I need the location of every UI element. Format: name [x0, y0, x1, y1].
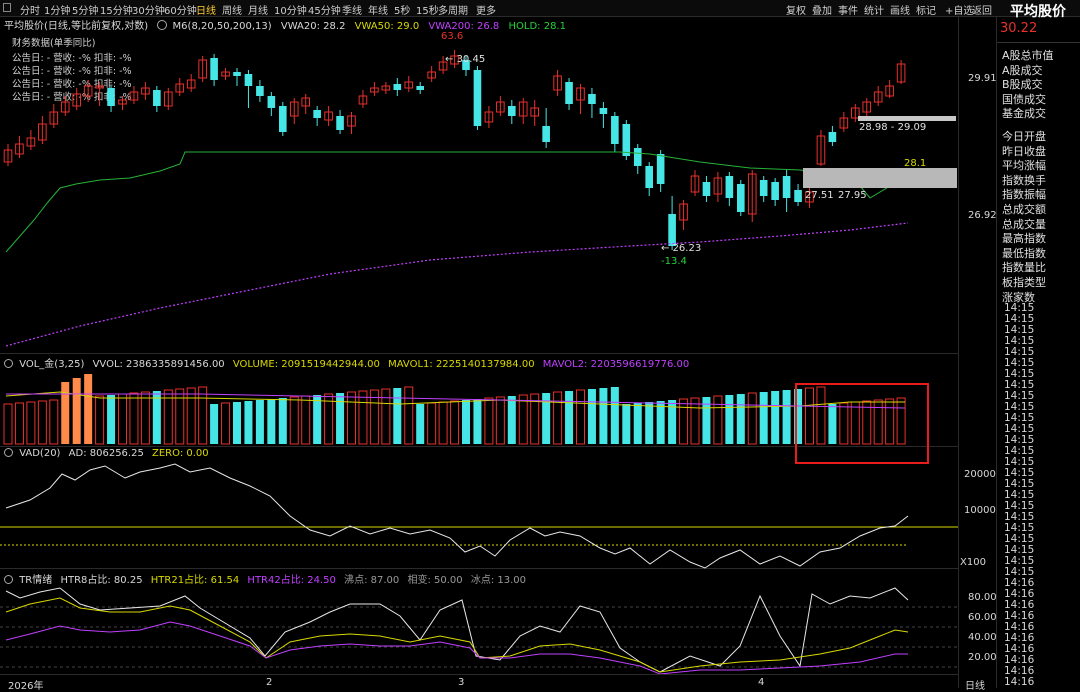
htr42-value: HTR42占比: 24.50	[247, 575, 336, 586]
period-tab[interactable]: 日线	[196, 2, 216, 17]
neutral-value: 相变: 50.00	[407, 575, 463, 586]
period-toolbar: 分时 1分钟 5分钟 15分钟 30分钟 60分钟 日线 周线 月线 10分钟 45分钟 季线 年线 5秒…	[0, 0, 1080, 17]
vol-header: VOL_金(3,25) VVOL: 2386335891456.00 VOLUM…	[4, 355, 689, 370]
zone-upper-label: 28.98 - 29.09	[859, 122, 927, 133]
quote-field-label[interactable]: 总成交额	[1002, 201, 1046, 217]
period-tab[interactable]: 45分钟	[308, 2, 341, 17]
period-tab[interactable]: 5分钟	[72, 2, 98, 17]
tool-button[interactable]: 叠加	[812, 2, 832, 17]
axis-separator	[958, 16, 959, 688]
tr-y-label: 60.00	[968, 612, 997, 623]
quote-field-label[interactable]: 国债成交	[1002, 91, 1046, 107]
tr-header: TR情绪 HTR8占比: 80.25 HTR21占比: 61.54 HTR42占…	[4, 571, 526, 586]
low-pct-label: -13.4	[661, 256, 687, 267]
tool-button[interactable]: +自选	[945, 2, 973, 17]
y-axis-label: 26.92	[968, 210, 997, 221]
panel-separator	[996, 16, 997, 688]
quote-field-label[interactable]: A股总市值	[1002, 47, 1054, 63]
quote-field-label[interactable]: 板指类型	[1002, 274, 1046, 290]
quote-field-label[interactable]: 指数量比	[1002, 259, 1046, 275]
quote-field-label[interactable]: 平均涨幅	[1002, 157, 1046, 173]
tool-button[interactable]: 画线	[890, 2, 910, 17]
tr-y-label: 80.00	[968, 592, 997, 603]
hold-line-label: 28.1	[904, 158, 927, 169]
high-price-value: 30.45	[456, 54, 486, 65]
x-axis-label: 3	[458, 677, 465, 688]
freeze-value: 冰点: 13.00	[470, 575, 527, 586]
quote-field-label[interactable]: A股成交	[1002, 62, 1043, 78]
period-tab[interactable]: 分时	[20, 2, 40, 17]
quote-field-label[interactable]: 指数换手	[1002, 172, 1046, 188]
period-tab[interactable]: 15秒	[416, 2, 439, 17]
vad-unit: X100	[960, 557, 986, 568]
htr8-value: HTR8占比: 80.25	[60, 575, 143, 586]
x-axis-label: 2026年	[8, 681, 44, 692]
period-tab[interactable]: 月线	[248, 2, 268, 17]
period-tab[interactable]: 更多	[476, 2, 496, 17]
quote-field-label[interactable]: 最高指数	[1002, 230, 1046, 246]
period-tab[interactable]: 多周期	[438, 2, 468, 17]
x-axis-label: 4	[758, 677, 765, 688]
mavol1-value: MAVOL1: 2225140137984.00	[388, 359, 535, 370]
divider	[997, 42, 1080, 43]
tool-button[interactable]: 事件	[838, 2, 858, 17]
vad-header: VAD(20) AD: 806256.25 ZERO: 0.00	[4, 448, 209, 459]
htr21-value: HTR21占比: 61.54	[150, 575, 240, 586]
vol-label[interactable]: VOL_金(3,25)	[19, 359, 84, 370]
period-tab[interactable]: 5秒	[394, 2, 410, 17]
period-tab[interactable]: 15分钟	[100, 2, 133, 17]
period-label[interactable]: 日线	[965, 677, 985, 692]
tool-button[interactable]: 复权	[786, 2, 806, 17]
vad-label[interactable]: VAD(20)	[19, 448, 60, 459]
x-axis-label: 2	[266, 677, 273, 688]
quote-field-label[interactable]: 总成交量	[1002, 216, 1046, 232]
zero-value: ZERO: 0.00	[152, 448, 209, 459]
zone-lower-b-label: 27.95	[838, 190, 867, 201]
period-tab[interactable]: 1分钟	[44, 2, 70, 17]
period-tab[interactable]: 10分钟	[274, 2, 307, 17]
high-pct-label: 63.6	[441, 31, 464, 42]
candlestick-series	[3, 50, 906, 250]
volume-value: VOLUME: 2091519442944.00	[232, 359, 380, 370]
tool-button[interactable]: 统计	[864, 2, 884, 17]
high-price-label: ← 30.45	[445, 54, 486, 65]
quote-field-label[interactable]: 指数振幅	[1002, 186, 1046, 202]
vvol-value: VVOL: 2386335891456.00	[92, 359, 225, 370]
low-price-label: ← 26.23	[661, 243, 702, 254]
low-price-value: 26.23	[672, 243, 702, 254]
vad-y-label: 20000	[964, 469, 996, 480]
quote-field-label[interactable]: 今日开盘	[1002, 128, 1046, 144]
period-tab[interactable]: 30分钟	[132, 2, 165, 17]
period-tab[interactable]: 60分钟	[164, 2, 197, 17]
zone-lower-a-label: 27.51	[805, 190, 834, 201]
tick-time: 14:16	[1004, 676, 1035, 688]
quote-field-label[interactable]: 昨日收盘	[1002, 143, 1046, 159]
vad-settings-icon[interactable]	[4, 448, 13, 457]
stock-price: 30.22	[1000, 21, 1038, 36]
panel-divider	[0, 674, 958, 675]
boil-value: 沸点: 87.00	[344, 575, 400, 586]
period-tab[interactable]: 季线	[342, 2, 362, 17]
tool-button[interactable]: 标记	[916, 2, 936, 17]
vol-settings-icon[interactable]	[4, 359, 13, 368]
tr-label[interactable]: TR情绪	[19, 575, 52, 586]
period-tab[interactable]: 周线	[222, 2, 242, 17]
tr-y-label: 20.00	[968, 652, 997, 663]
tool-button[interactable]: 返回	[972, 2, 992, 17]
stock-name: 平均股价	[1010, 4, 1066, 20]
vad-y-label: 10000	[964, 505, 996, 516]
mavol2-value: MAVOL2: 2203596619776.00	[542, 359, 690, 370]
tr-y-label: 40.00	[968, 632, 997, 643]
period-tab[interactable]: 年线	[368, 2, 388, 17]
toolbar-handle-icon[interactable]	[3, 3, 11, 12]
quote-field-label[interactable]: 基金成交	[1002, 105, 1046, 121]
quote-field-label[interactable]: B股成交	[1002, 76, 1043, 92]
quote-field-label[interactable]: 最低指数	[1002, 245, 1046, 261]
tr-settings-icon[interactable]	[4, 575, 13, 584]
y-axis-label: 29.91	[968, 73, 997, 84]
volume-bars	[3, 374, 906, 445]
ad-value: AD: 806256.25	[68, 448, 144, 459]
